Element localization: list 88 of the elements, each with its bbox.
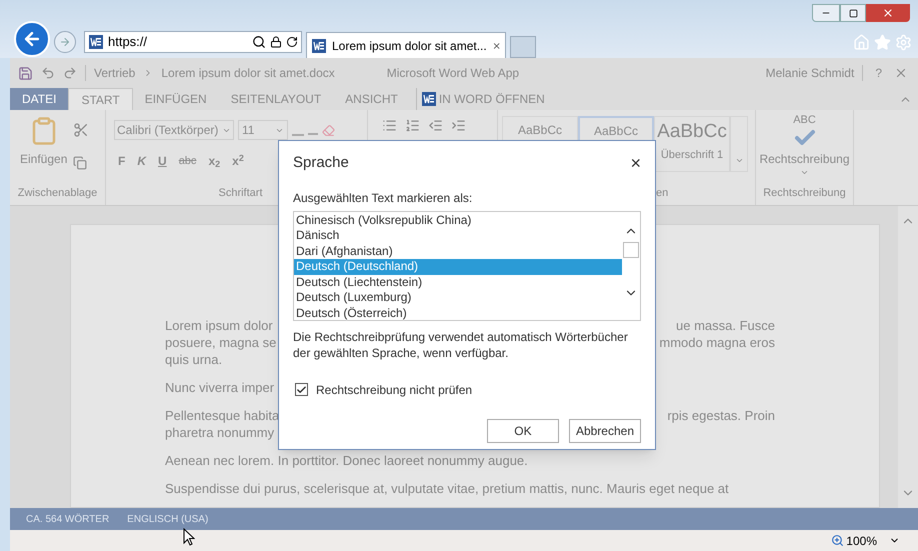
ribbon-tab[interactable]: START bbox=[68, 88, 133, 110]
cursor-icon bbox=[183, 528, 195, 546]
group-label: Rechtschreibung bbox=[763, 186, 846, 200]
maximize-button[interactable] bbox=[840, 4, 866, 22]
document-text: Suspendisse dui purus, scelerisque at, vulputate vitae, pretium mattis, nunc. Mauris eget neque at bbox=[165, 480, 729, 497]
zoom-level[interactable]: 100% bbox=[846, 532, 877, 550]
tab-title: Lorem ipsum dolor sit amet... bbox=[332, 38, 487, 54]
user-name[interactable]: Melanie Schmidt bbox=[766, 64, 854, 82]
copy-icon[interactable] bbox=[73, 156, 88, 170]
checkbox-label: Rechtschreibung nicht prüfen bbox=[316, 382, 472, 398]
document-text: pharetra nonummy bbox=[165, 424, 274, 441]
language-option[interactable]: Deutsch (Deutschland) bbox=[294, 259, 622, 274]
language-option[interactable]: Deutsch (Österreich) bbox=[294, 306, 622, 320]
clear-formatting-icon[interactable] bbox=[322, 124, 335, 136]
tab-icon bbox=[311, 38, 327, 54]
caret-icon bbox=[734, 156, 744, 165]
decrease-indent-icon[interactable] bbox=[428, 118, 443, 133]
forward-arrow-icon bbox=[59, 36, 71, 48]
format-button[interactable]: F bbox=[118, 152, 126, 170]
document-text: Pellentesque habita bbox=[165, 407, 280, 424]
format-button[interactable]: U bbox=[158, 152, 167, 170]
cut-icon[interactable] bbox=[73, 122, 90, 138]
refresh-icon[interactable] bbox=[286, 36, 298, 48]
redo-icon[interactable] bbox=[63, 66, 77, 80]
maximize-icon bbox=[848, 8, 858, 18]
document-text: quis urna. bbox=[165, 351, 222, 368]
word-icon bbox=[420, 91, 437, 107]
ribbon-tab[interactable]: ANSICHT bbox=[333, 88, 410, 110]
search-icon[interactable] bbox=[252, 35, 266, 49]
browser-tab[interactable]: Lorem ipsum dolor sit amet... bbox=[306, 32, 506, 58]
document-text: Aenean nec lorem. In porttitor. Donec laoreet nonummy augue. bbox=[165, 452, 528, 469]
document-text: posuere, magna se bbox=[165, 334, 276, 351]
dialog-description: Die Rechtschreibprüfung verwendet automatisch Wörterbücher der gewählten Sprache, wenn verfügbar. bbox=[293, 328, 629, 360]
save-icon[interactable] bbox=[18, 66, 33, 80]
lock-icon bbox=[270, 36, 282, 48]
undo-icon[interactable] bbox=[41, 66, 55, 80]
spelling-button[interactable]: ABC Rechtschreibung bbox=[759, 110, 850, 177]
bullets-icon[interactable] bbox=[382, 118, 397, 133]
url-text: https:// bbox=[108, 33, 148, 52]
dialog-title: Sprache bbox=[293, 153, 349, 173]
document-text: Nunc viverra imper bbox=[165, 379, 274, 396]
increase-indent-icon[interactable] bbox=[451, 118, 466, 133]
breadcrumb-folder[interactable]: Vertrieb bbox=[94, 64, 136, 82]
caret-icon bbox=[800, 168, 809, 177]
language-option[interactable]: Deutsch (Liechtenstein) bbox=[294, 274, 622, 290]
font-size-field[interactable]: 11 bbox=[238, 120, 288, 140]
format-button[interactable]: x$_{2}$ bbox=[208, 152, 220, 170]
language-status[interactable]: ENGLISCH (USA) bbox=[127, 512, 208, 526]
app-name: Microsoft Word Web App bbox=[386, 65, 520, 82]
close-icon[interactable] bbox=[894, 66, 908, 80]
dialog-button[interactable]: Abbrechen bbox=[568, 418, 641, 442]
close-icon bbox=[882, 7, 894, 19]
ribbon-tab[interactable]: EINFÜGEN bbox=[132, 88, 219, 110]
checkbox[interactable] bbox=[295, 383, 308, 396]
language-option[interactable]: Chinesisch (Volksrepublik China) bbox=[294, 212, 622, 228]
paste-button[interactable]: Einfügen bbox=[20, 116, 68, 184]
font-name-field[interactable]: Calibri (Textkörper) bbox=[114, 120, 234, 140]
dialog-close-button[interactable]: × bbox=[630, 154, 641, 172]
document-text: ue massa. Fusce bbox=[676, 317, 775, 334]
numbering-icon[interactable] bbox=[405, 118, 420, 133]
language-list[interactable]: Chinesisch (Volksrepublik China) Dänisch Dari (Afghanistan) Deutsch (Deutschland) Deutsch (Liechtenstein) Deutsch (Luxemburg) Deutsch (Österreich) bbox=[293, 210, 641, 320]
close-button[interactable] bbox=[866, 4, 910, 22]
group-label: en bbox=[655, 186, 670, 200]
new-tab-button[interactable] bbox=[510, 36, 536, 58]
site-icon bbox=[88, 34, 104, 50]
dialog-button[interactable]: OK bbox=[486, 418, 559, 442]
document-name: Lorem ipsum dolor sit amet.docx bbox=[161, 65, 335, 82]
document-text: mmodo magna eros bbox=[659, 334, 775, 351]
help-button[interactable]: ? bbox=[871, 64, 886, 82]
list-prompt: Ausgewählten Text markieren als: bbox=[293, 190, 474, 206]
forward-button[interactable] bbox=[54, 31, 76, 53]
document-text: rpis egestas. Proin bbox=[667, 407, 775, 424]
language-option[interactable]: Dari (Afghanistan) bbox=[294, 244, 622, 259]
ribbon-tab[interactable]: SEITENLAYOUT bbox=[218, 88, 334, 110]
format-button[interactable]: K bbox=[137, 152, 146, 170]
scroll-thumb[interactable] bbox=[623, 242, 639, 258]
file-tab[interactable]: DATEI bbox=[10, 88, 68, 110]
format-button[interactable]: abc bbox=[178, 152, 196, 170]
group-label: Zwischenablage bbox=[16, 186, 98, 200]
zoom-icon[interactable] bbox=[831, 534, 844, 547]
address-bar[interactable]: https:// bbox=[84, 31, 302, 53]
group-label: Schriftart bbox=[218, 186, 262, 200]
back-button[interactable] bbox=[14, 21, 50, 57]
format-button[interactable]: x$^{2}$ bbox=[232, 152, 244, 170]
word-count: CA. 564 WÖRTER bbox=[26, 512, 110, 526]
document-text: Lorem ipsum dolor bbox=[165, 317, 273, 334]
language-option[interactable]: Dänisch bbox=[294, 228, 622, 244]
language-option[interactable]: Deutsch (Luxemburg) bbox=[294, 290, 622, 306]
